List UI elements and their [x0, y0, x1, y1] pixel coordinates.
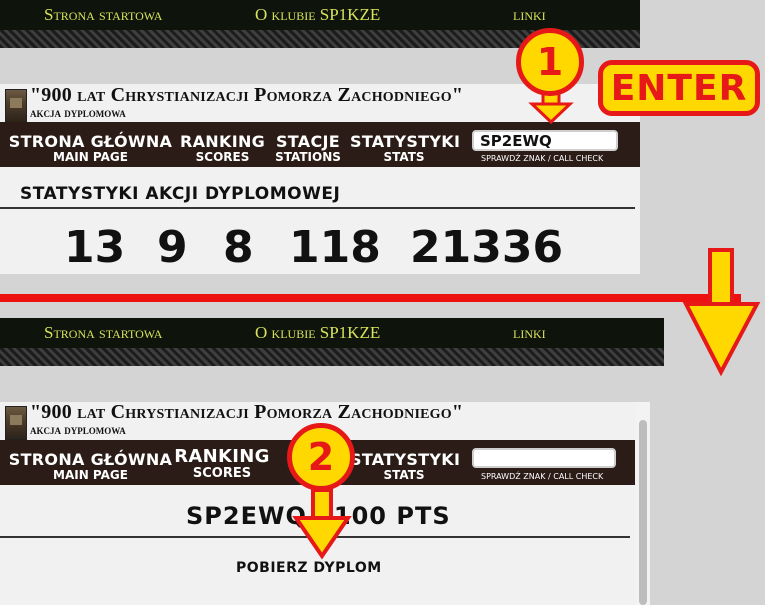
arrow-down-large-icon — [682, 248, 761, 377]
enter-key-label: ENTER — [598, 60, 760, 116]
step-2-badge: 2 — [287, 423, 355, 491]
arrow-down-medium-icon — [292, 488, 352, 560]
step-1-badge: 1 — [516, 28, 584, 96]
